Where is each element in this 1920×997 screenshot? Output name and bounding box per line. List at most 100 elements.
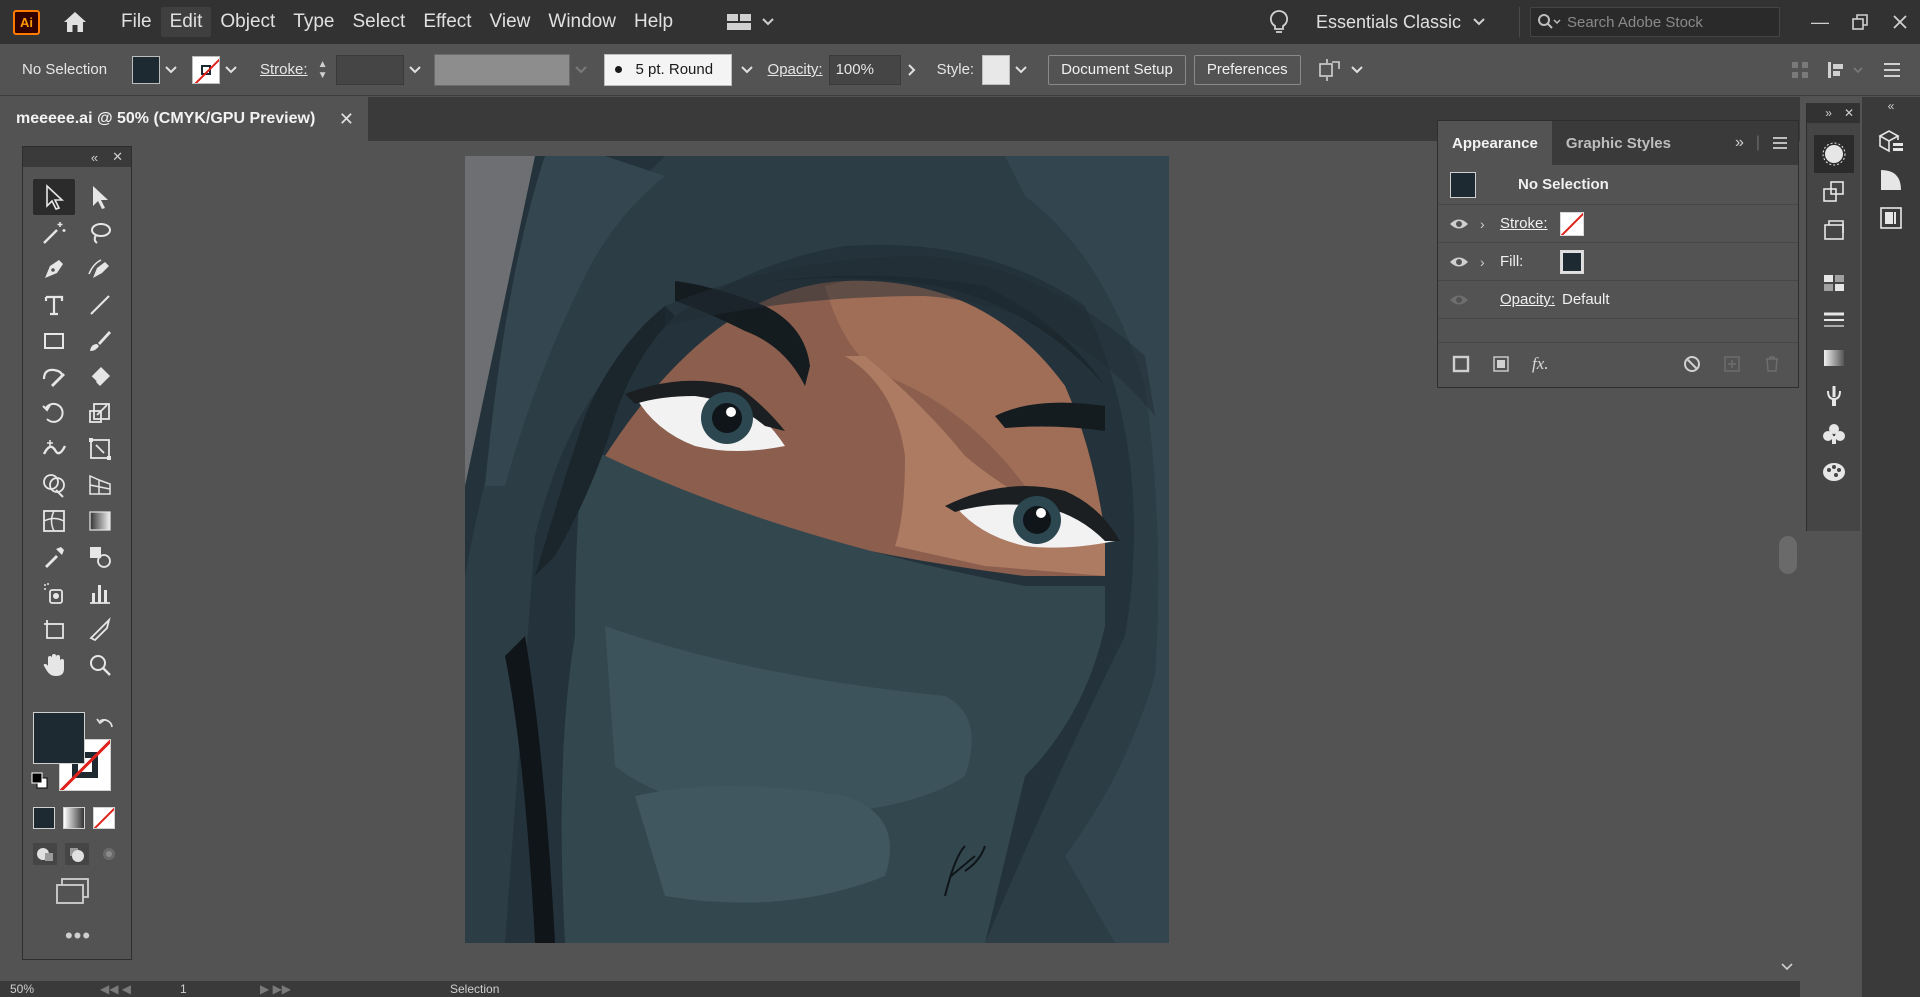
menu-select[interactable]: Select: [344, 7, 415, 37]
tab-graphic-styles[interactable]: Graphic Styles: [1552, 121, 1685, 165]
hamburger-menu-icon[interactable]: [1882, 61, 1902, 79]
color-guide-panel-icon[interactable]: [1871, 161, 1911, 199]
chevron-right-icon[interactable]: ›: [1480, 216, 1500, 232]
scroll-down-icon[interactable]: [1780, 962, 1794, 972]
menu-effect[interactable]: Effect: [414, 7, 480, 37]
collapse-dock-icon[interactable]: «: [1888, 99, 1895, 113]
artboard-number[interactable]: 1: [180, 982, 260, 996]
zoom-level[interactable]: 50%: [10, 982, 100, 996]
transform-icon[interactable]: [1826, 60, 1866, 80]
style-dropdown[interactable]: [1010, 55, 1032, 85]
zoom-tool[interactable]: [79, 647, 121, 683]
visibility-eye-icon[interactable]: [1438, 218, 1480, 230]
stroke-weight-input[interactable]: [335, 54, 404, 85]
curvature-tool[interactable]: [79, 251, 121, 287]
slice-tool[interactable]: [79, 611, 121, 647]
stroke-weight-dropdown[interactable]: [404, 55, 426, 85]
workspace-switcher[interactable]: Essentials Classic: [1316, 12, 1485, 33]
eraser-tool[interactable]: [79, 359, 121, 395]
visibility-eye-icon[interactable]: [1438, 256, 1480, 268]
lasso-tool[interactable]: [79, 215, 121, 251]
align-icon[interactable]: [1790, 60, 1810, 80]
transform-panel-icon[interactable]: [1814, 173, 1854, 211]
appearance-opacity-row[interactable]: Opacity: Default: [1438, 281, 1798, 319]
opacity-label[interactable]: Opacity:: [768, 61, 823, 78]
symbol-sprayer-tool[interactable]: [33, 575, 75, 611]
menu-view[interactable]: View: [481, 7, 540, 37]
swatches-panel-icon[interactable]: [1814, 263, 1854, 301]
rectangle-tool[interactable]: [33, 323, 75, 359]
appearance-stroke-row[interactable]: › Stroke:: [1438, 205, 1798, 243]
home-icon[interactable]: [60, 8, 90, 36]
type-tool[interactable]: [33, 287, 75, 323]
artboard-navigation[interactable]: ◀◀ ◀: [100, 982, 180, 996]
stroke-panel-icon[interactable]: [1814, 301, 1854, 339]
variable-width-profile[interactable]: [433, 53, 570, 86]
line-segment-tool[interactable]: [79, 287, 121, 323]
vertical-scrollbar[interactable]: [1775, 390, 1803, 983]
opacity-slider-toggle[interactable]: [901, 55, 923, 85]
close-window-button[interactable]: [1880, 2, 1920, 42]
opacity-input[interactable]: 100%: [828, 54, 901, 85]
free-transform-tool[interactable]: [79, 431, 121, 467]
selection-tool[interactable]: [33, 179, 75, 215]
draw-behind-icon[interactable]: [65, 843, 89, 865]
fill-color-box[interactable]: [33, 712, 85, 764]
lightbulb-icon[interactable]: [1264, 7, 1294, 37]
graphic-style-swatch[interactable]: [982, 54, 1011, 85]
shape-builder-tool[interactable]: [33, 467, 75, 503]
asset-export-panel-icon[interactable]: [1871, 199, 1911, 237]
restore-button[interactable]: [1840, 2, 1880, 42]
menu-edit[interactable]: Edit: [160, 7, 212, 37]
fill-dropdown[interactable]: [160, 55, 182, 85]
stroke-swatch[interactable]: [192, 55, 220, 84]
expand-dock-icon[interactable]: »: [1825, 106, 1832, 120]
width-tool[interactable]: [33, 431, 75, 467]
appearance-panel-icon[interactable]: [1813, 135, 1854, 173]
gradient-tool[interactable]: [79, 503, 121, 539]
expand-panel-icon[interactable]: »: [1735, 134, 1744, 152]
draw-inside-icon[interactable]: [97, 843, 121, 865]
profile-dropdown[interactable]: [570, 55, 592, 85]
collapse-panel-icon[interactable]: «: [91, 150, 98, 165]
stroke-row-swatch[interactable]: [1560, 211, 1584, 236]
brush-definition[interactable]: 5 pt. Round: [603, 53, 732, 86]
fill-swatch[interactable]: [132, 55, 160, 84]
shaper-tool[interactable]: [33, 359, 75, 395]
close-dock-icon[interactable]: ✕: [1844, 106, 1854, 120]
libraries-panel-icon[interactable]: [1871, 123, 1911, 161]
column-graph-tool[interactable]: [79, 575, 121, 611]
tools-panel-header[interactable]: « ✕: [23, 147, 131, 167]
more-tools-icon[interactable]: •••: [23, 923, 133, 949]
blend-tool[interactable]: [79, 539, 121, 575]
close-tab-icon[interactable]: ✕: [339, 109, 354, 130]
document-setup-button[interactable]: Document Setup: [1048, 54, 1186, 85]
artboards-panel-icon[interactable]: [1814, 211, 1854, 249]
brush-dropdown[interactable]: [736, 55, 758, 85]
scale-tool[interactable]: [79, 395, 121, 431]
graphic-styles-panel-icon[interactable]: [1814, 453, 1854, 491]
vertical-scrollbar-thumb[interactable]: [1779, 536, 1797, 574]
direct-selection-tool[interactable]: [79, 179, 121, 215]
stock-search-input[interactable]: [1567, 13, 1757, 31]
add-new-stroke-icon[interactable]: [1452, 355, 1470, 373]
clear-appearance-icon[interactable]: [1683, 355, 1701, 373]
fill-row-label[interactable]: Fill:: [1500, 253, 1560, 270]
stroke-dropdown[interactable]: [220, 55, 242, 85]
preferences-button[interactable]: Preferences: [1193, 54, 1301, 85]
pen-tool[interactable]: [33, 251, 75, 287]
fill-row-swatch[interactable]: [1560, 249, 1584, 274]
stroke-weight-stepper[interactable]: ▲ ▼: [314, 55, 332, 85]
none-mode-button[interactable]: [93, 807, 115, 829]
menu-window[interactable]: Window: [539, 7, 625, 37]
eyedropper-tool[interactable]: [33, 539, 75, 575]
artboard-navigation-next[interactable]: ▶ ▶▶: [260, 982, 450, 996]
magic-wand-tool[interactable]: [33, 215, 75, 251]
swap-fill-stroke-icon[interactable]: [95, 713, 117, 735]
hand-tool[interactable]: [33, 647, 75, 683]
menu-help[interactable]: Help: [625, 7, 682, 37]
tab-appearance[interactable]: Appearance: [1438, 121, 1552, 165]
stock-search-box[interactable]: [1530, 7, 1780, 37]
menu-file[interactable]: File: [112, 7, 161, 37]
panel-menu-icon[interactable]: [1772, 136, 1788, 150]
